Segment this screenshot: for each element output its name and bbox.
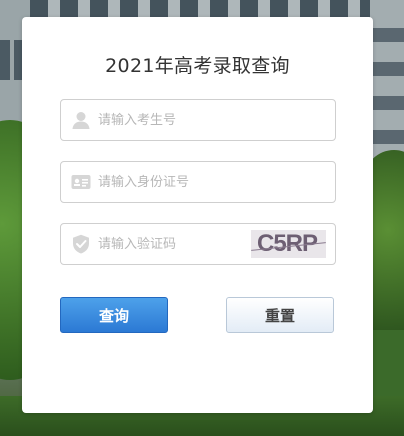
query-button[interactable]: 查询 — [60, 297, 168, 333]
verification-code-field[interactable]: C5RP — [60, 223, 336, 265]
user-icon — [71, 110, 91, 130]
shield-check-icon — [71, 234, 91, 254]
id-number-field[interactable] — [60, 161, 336, 203]
captcha-image[interactable]: C5RP — [251, 230, 326, 258]
id-number-input[interactable] — [98, 162, 248, 202]
id-card-icon — [71, 172, 91, 192]
reset-button[interactable]: 重置 — [226, 297, 334, 333]
candidate-number-input[interactable] — [98, 100, 248, 140]
query-form-card: 2021年高考录取查询 请输入考生号 请输入身份证号 请输入验证码 C5RP 查… — [22, 17, 373, 413]
form-title: 2021年高考录取查询 — [105, 55, 290, 77]
candidate-number-field[interactable] — [60, 99, 336, 141]
verification-code-input[interactable] — [98, 224, 248, 264]
